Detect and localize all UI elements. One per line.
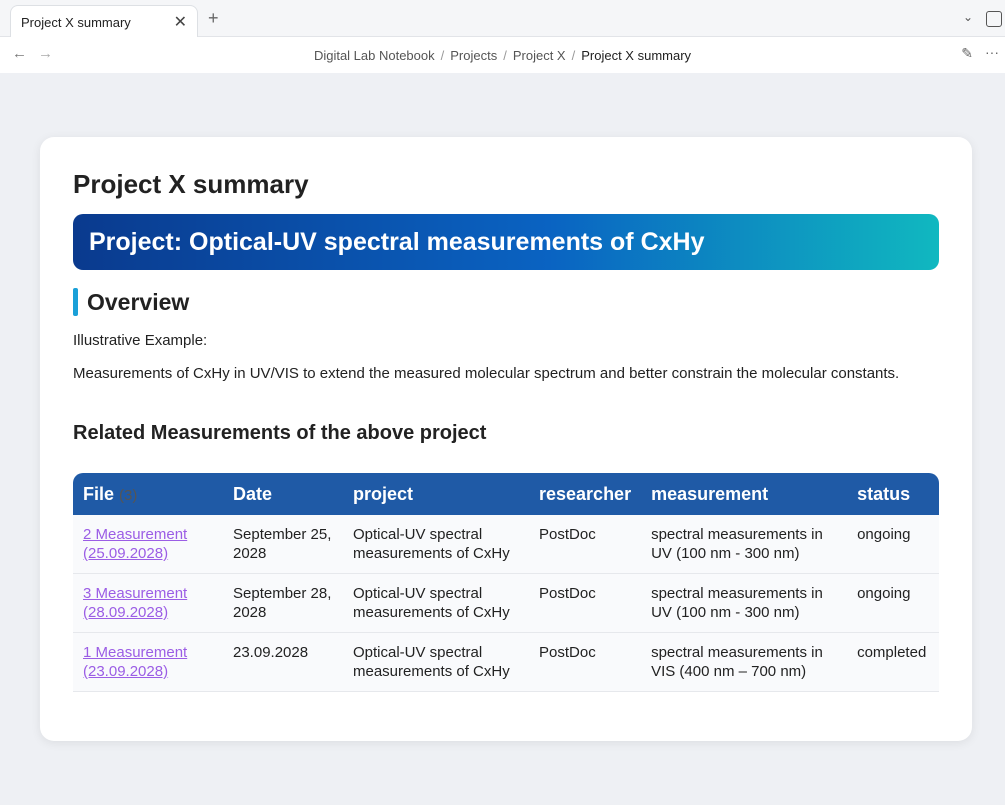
more-icon[interactable]: ··· (985, 44, 999, 60)
cell-researcher: PostDoc (529, 515, 642, 574)
header-status[interactable]: status (847, 473, 939, 515)
page-title: Project X summary (73, 169, 309, 199)
cell-project: Optical-UV spectral measurements of CxHy (343, 632, 529, 692)
cell-date: 23.09.2028 (223, 632, 343, 692)
back-icon[interactable]: ← (12, 45, 27, 62)
table-row: 1 Measurement (23.09.2028) 23.09.2028 Opti… (73, 632, 939, 692)
overview-heading: Overview (87, 288, 190, 315)
header-file[interactable]: File (3) (73, 473, 223, 515)
header-project[interactable]: project (343, 473, 529, 515)
chevron-down-icon[interactable]: ⌄ (963, 10, 973, 24)
cell-status: ongoing (847, 573, 939, 633)
breadcrumb-3: Project X summary (581, 47, 692, 63)
table-row: 3 Measurement (28.09.2028) September 28, … (73, 573, 939, 633)
close-icon[interactable]: ✕ (174, 12, 187, 32)
new-tab-icon[interactable]: + (208, 8, 219, 29)
table-row: 2 Measurement (25.09.2028) September 25, … (73, 515, 939, 574)
cell-measurement: spectral measurements in UV (100 nm - 30… (641, 515, 848, 574)
cell-status: ongoing (847, 515, 939, 574)
cell-project: Optical-UV spectral measurements of CxHy (343, 515, 529, 574)
file-link[interactable]: 1 Measurement (23.09.2028) (83, 644, 187, 680)
breadcrumb-2[interactable]: Project X (513, 48, 566, 63)
cell-status: completed (847, 632, 939, 692)
file-link[interactable]: 2 Measurement (25.09.2028) (83, 526, 187, 562)
breadcrumb-1[interactable]: Projects (450, 48, 497, 63)
header-researcher[interactable]: researcher (529, 473, 641, 515)
forward-icon[interactable]: → (38, 45, 53, 62)
cell-researcher: PostDoc (529, 632, 642, 692)
cell-date: September 25, 2028 (223, 515, 343, 574)
tab-title: Project X summary (21, 14, 131, 30)
measurements-table: File (3) Date project researcher measure… (73, 473, 939, 692)
cell-measurement: spectral measurements in UV (100 nm - 30… (641, 573, 848, 633)
header-date[interactable]: Date (223, 473, 343, 515)
tab-bar: Project X summary ✕ + ⌄ (0, 0, 1005, 38)
heading-accent (73, 288, 78, 316)
nav-bar: ← → Digital Lab Notebook / Projects / Proj… (0, 37, 1005, 73)
cell-file: 1 Measurement (23.09.2028) (73, 632, 223, 692)
file-link[interactable]: 3 Measurement (28.09.2028) (83, 585, 187, 621)
related-heading: Related Measurements of the above projec… (73, 422, 487, 444)
project-banner: Project: Optical-UV spectral measurement… (73, 214, 939, 270)
page-card: Project X summary Project: Optical-UV sp… (40, 137, 972, 741)
breadcrumb-0[interactable]: Digital Lab Notebook (314, 48, 435, 63)
description-text: Measurements of CxHy in UV/VIS to extend… (73, 365, 900, 382)
cell-researcher: PostDoc (529, 573, 642, 633)
cell-project: Optical-UV spectral measurements of CxHy (343, 573, 529, 633)
cell-file: 3 Measurement (28.09.2028) (73, 573, 223, 633)
edit-icon[interactable]: ✎ (961, 45, 973, 62)
cell-measurement: spectral measurements in VIS (400 nm – 7… (641, 632, 848, 692)
header-measurement[interactable]: measurement (641, 473, 847, 515)
intro-text: Illustrative Example: (73, 332, 208, 349)
cell-date: September 28, 2028 (223, 573, 343, 633)
cell-file: 2 Measurement (25.09.2028) (73, 515, 223, 574)
file-count: (3) (119, 486, 138, 504)
tab-project-x-summary[interactable]: Project X summary ✕ (10, 5, 198, 38)
sidebar-toggle-icon[interactable] (986, 11, 1002, 27)
